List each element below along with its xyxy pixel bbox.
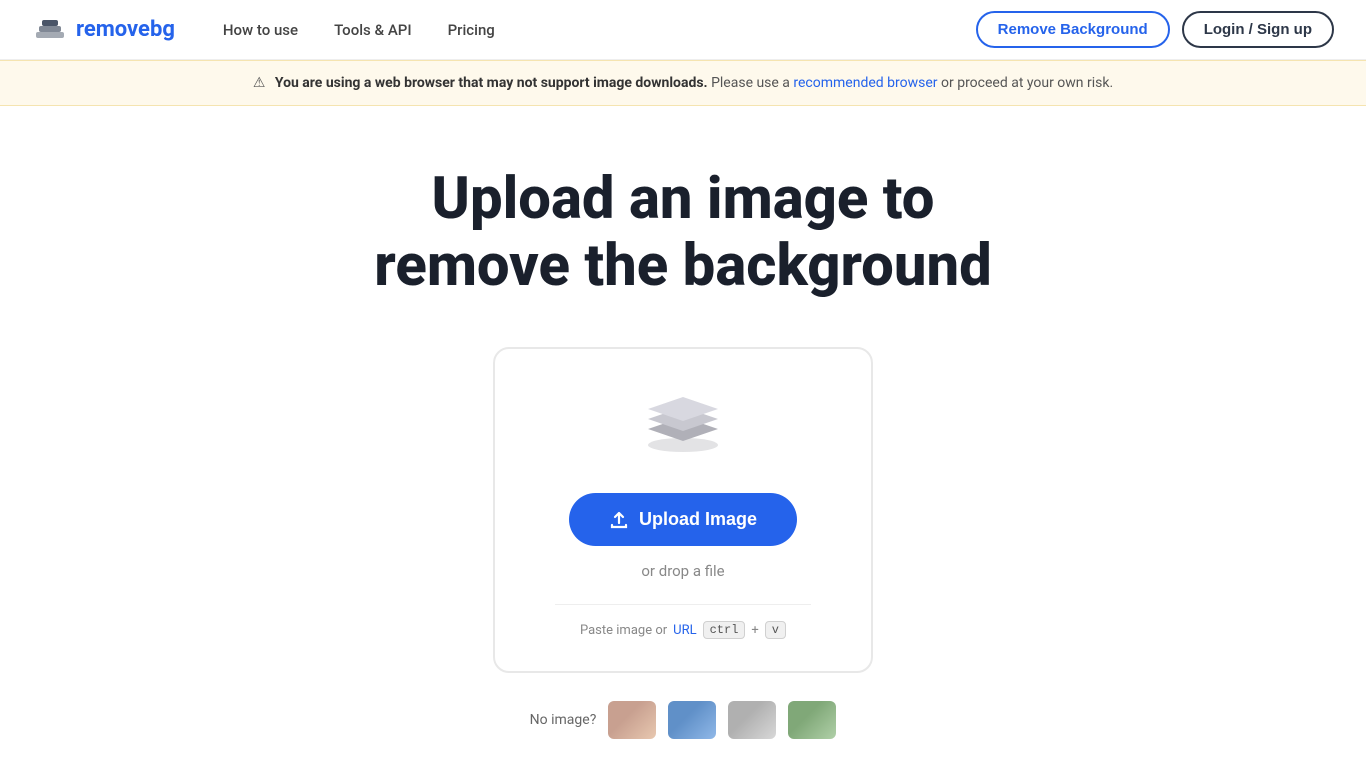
logo-link[interactable]: removebg bbox=[32, 12, 175, 48]
main-content: Upload an image to remove the background… bbox=[0, 106, 1366, 779]
nav-how-to-use[interactable]: How to use bbox=[223, 21, 298, 39]
sample-thumb-1[interactable] bbox=[608, 701, 656, 739]
ctrl-key: ctrl bbox=[703, 621, 746, 639]
sample-thumb-3[interactable] bbox=[728, 701, 776, 739]
hero-title: Upload an image to remove the background bbox=[374, 166, 991, 299]
remove-background-button[interactable]: Remove Background bbox=[976, 11, 1170, 48]
no-image-label: No image? bbox=[530, 712, 597, 728]
nav-actions: Remove Background Login / Sign up bbox=[976, 11, 1334, 48]
navbar: removebg How to use Tools & API Pricing … bbox=[0, 0, 1366, 60]
url-link[interactable]: URL bbox=[673, 623, 696, 638]
drop-text: or drop a file bbox=[641, 562, 724, 580]
upload-image-button[interactable]: Upload Image bbox=[569, 493, 797, 546]
no-image-row: No image? bbox=[530, 701, 837, 739]
nav-tools-api[interactable]: Tools & API bbox=[334, 21, 412, 39]
upload-card: Upload Image or drop a file Paste image … bbox=[493, 347, 873, 673]
plus-sign: + bbox=[751, 623, 758, 638]
paste-label: Paste image or bbox=[580, 623, 667, 638]
stack-icon bbox=[643, 397, 723, 461]
upload-icon bbox=[609, 510, 629, 530]
nav-links: How to use Tools & API Pricing bbox=[223, 21, 976, 39]
banner-text-before-link: Please use a bbox=[711, 75, 793, 91]
sample-thumb-2[interactable] bbox=[668, 701, 716, 739]
sample-thumb-4[interactable] bbox=[788, 701, 836, 739]
nav-pricing[interactable]: Pricing bbox=[448, 21, 495, 39]
logo-icon bbox=[32, 12, 68, 48]
banner-bold-text: You are using a web browser that may not… bbox=[275, 75, 708, 91]
v-key: v bbox=[765, 621, 786, 639]
logo-text: removebg bbox=[76, 17, 175, 42]
banner-text-after-link: or proceed at your own risk. bbox=[941, 75, 1113, 91]
recommended-browser-link[interactable]: recommended browser bbox=[793, 75, 937, 91]
paste-hint: Paste image or URL ctrl + v bbox=[555, 604, 811, 639]
login-signup-button[interactable]: Login / Sign up bbox=[1182, 11, 1334, 48]
warning-icon: ⚠ bbox=[253, 75, 266, 91]
warning-banner: ⚠ You are using a web browser that may n… bbox=[0, 60, 1366, 106]
layers-icon bbox=[643, 397, 723, 457]
